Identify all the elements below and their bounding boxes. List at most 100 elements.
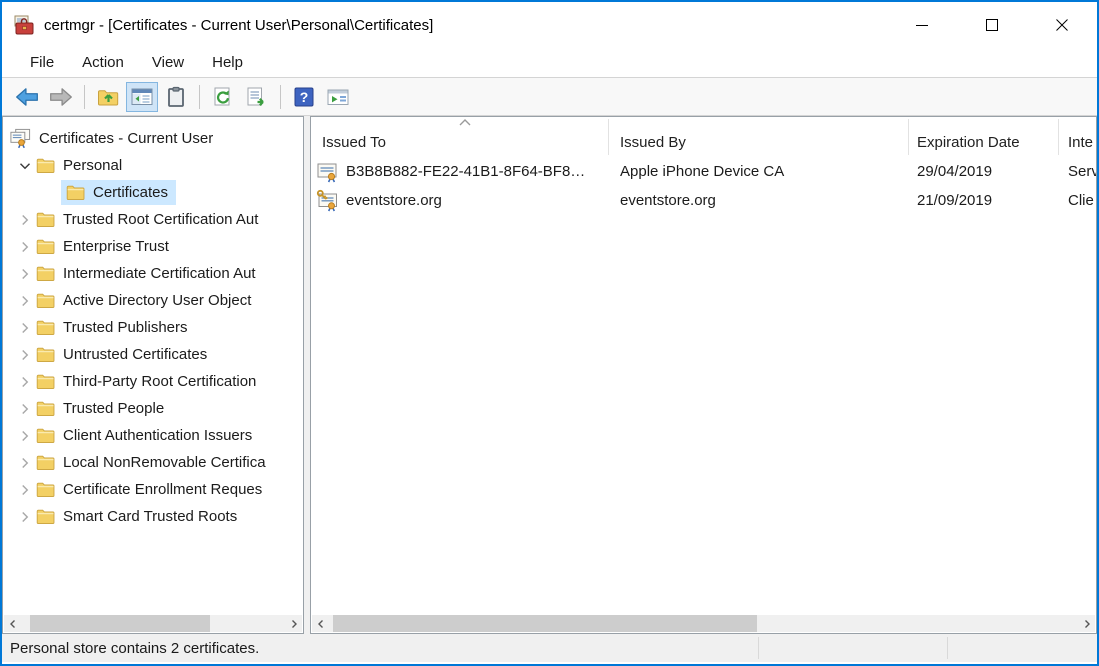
export-list-button[interactable] bbox=[241, 82, 273, 112]
tree-item-label: Enterprise Trust bbox=[63, 238, 169, 255]
folder-icon bbox=[35, 290, 56, 311]
folder-icon bbox=[35, 263, 56, 284]
expiration-date-value: 29/04/2019 bbox=[908, 163, 1058, 180]
column-separator[interactable] bbox=[1058, 119, 1059, 155]
close-icon bbox=[1055, 18, 1069, 32]
scrollbar-thumb[interactable] bbox=[30, 615, 210, 632]
tree-item-client-auth-issuers[interactable]: Client Authentication Issuers bbox=[3, 422, 303, 449]
chevron-down-icon[interactable] bbox=[15, 156, 35, 176]
export-list-icon bbox=[245, 85, 269, 109]
chevron-right-icon[interactable] bbox=[15, 453, 35, 473]
column-header-issued-to[interactable]: Issued To bbox=[311, 134, 608, 151]
sort-ascending-icon bbox=[457, 117, 473, 127]
scroll-left-icon[interactable] bbox=[4, 615, 21, 632]
scroll-right-icon[interactable] bbox=[1078, 615, 1095, 632]
certificate-row[interactable]: B3B8B882-FE22-41B1-8F64-BF8… Apple iPhon… bbox=[311, 157, 1096, 186]
column-header-intended-purposes[interactable]: Inte bbox=[1058, 134, 1097, 151]
tree-item-cert-enrollment-requests[interactable]: Certificate Enrollment Reques bbox=[3, 476, 303, 503]
minimize-button[interactable] bbox=[887, 2, 957, 48]
help-icon: ? bbox=[292, 85, 316, 109]
certificate-list-pane: Issued To Issued By Expiration Date Inte… bbox=[310, 116, 1097, 634]
scrollbar-thumb[interactable] bbox=[333, 615, 757, 632]
chevron-right-icon[interactable] bbox=[15, 372, 35, 392]
intended-purposes-value: Serv bbox=[1058, 163, 1097, 180]
copy-button[interactable] bbox=[160, 82, 192, 112]
tree-item-root[interactable]: Certificates - Current User bbox=[3, 125, 303, 152]
folder-icon bbox=[65, 182, 86, 203]
folder-icon bbox=[35, 236, 56, 257]
refresh-icon bbox=[211, 85, 235, 109]
maximize-button[interactable] bbox=[957, 2, 1027, 48]
show-console-tree-button[interactable] bbox=[126, 82, 158, 112]
tree-item-personal[interactable]: Personal bbox=[3, 152, 303, 179]
tree-item-smart-card-trusted-roots[interactable]: Smart Card Trusted Roots bbox=[3, 503, 303, 530]
forward-button[interactable] bbox=[45, 82, 77, 112]
chevron-right-icon[interactable] bbox=[15, 345, 35, 365]
scroll-right-icon[interactable] bbox=[285, 615, 302, 632]
chevron-right-icon[interactable] bbox=[15, 210, 35, 230]
column-separator[interactable] bbox=[908, 119, 909, 155]
chevron-right-icon[interactable] bbox=[15, 237, 35, 257]
certificate-row[interactable]: eventstore.org eventstore.org 21/09/2019… bbox=[311, 186, 1096, 215]
folder-icon bbox=[35, 371, 56, 392]
console-tree-icon bbox=[130, 85, 154, 109]
tree-item-trusted-publishers[interactable]: Trusted Publishers bbox=[3, 314, 303, 341]
tree-item-label: Client Authentication Issuers bbox=[63, 427, 252, 444]
issued-to-value: eventstore.org bbox=[346, 192, 442, 209]
refresh-button[interactable] bbox=[207, 82, 239, 112]
chevron-right-icon[interactable] bbox=[15, 291, 35, 311]
tree-item-local-nonremovable[interactable]: Local NonRemovable Certifica bbox=[3, 449, 303, 476]
tree-item-third-party-root[interactable]: Third-Party Root Certification bbox=[3, 368, 303, 395]
certificate-key-icon bbox=[316, 189, 340, 213]
tree-item-intermediate[interactable]: Intermediate Certification Aut bbox=[3, 260, 303, 287]
up-one-level-icon bbox=[96, 85, 120, 109]
up-one-level-button[interactable] bbox=[92, 82, 124, 112]
folder-icon bbox=[35, 344, 56, 365]
chevron-right-icon[interactable] bbox=[15, 318, 35, 338]
scroll-left-icon[interactable] bbox=[312, 615, 329, 632]
tree-item-label: Intermediate Certification Aut bbox=[63, 265, 256, 282]
menu-help[interactable]: Help bbox=[200, 50, 255, 75]
tree-item-enterprise-trust[interactable]: Enterprise Trust bbox=[3, 233, 303, 260]
certmgr-window: certmgr - [Certificates - Current User\P… bbox=[0, 0, 1099, 666]
help-button[interactable]: ? bbox=[288, 82, 320, 112]
folder-icon bbox=[35, 479, 56, 500]
tree-horizontal-scrollbar[interactable] bbox=[4, 615, 302, 632]
chevron-right-icon[interactable] bbox=[15, 399, 35, 419]
chevron-right-icon[interactable] bbox=[15, 480, 35, 500]
close-button[interactable] bbox=[1027, 2, 1097, 48]
menu-view[interactable]: View bbox=[140, 50, 196, 75]
tree-item-label: Certificate Enrollment Reques bbox=[63, 481, 262, 498]
issued-by-value: Apple iPhone Device CA bbox=[608, 163, 908, 180]
menu-file[interactable]: File bbox=[18, 50, 66, 75]
back-icon bbox=[14, 84, 40, 110]
chevron-right-icon[interactable] bbox=[15, 264, 35, 284]
clipboard-icon bbox=[164, 85, 188, 109]
toolbar-separator bbox=[280, 85, 281, 109]
title-bar: certmgr - [Certificates - Current User\P… bbox=[2, 2, 1097, 48]
tree-item-ad-user-object[interactable]: Active Directory User Object bbox=[3, 287, 303, 314]
status-divider bbox=[758, 637, 759, 659]
tree-item-label: Certificates bbox=[93, 184, 168, 201]
column-header-issued-by[interactable]: Issued By bbox=[608, 134, 908, 151]
show-action-pane-button[interactable] bbox=[322, 82, 354, 112]
certmgr-app-icon[interactable] bbox=[12, 13, 36, 37]
tree-item-certificates[interactable]: Certificates bbox=[3, 179, 303, 206]
column-header-expiration-date[interactable]: Expiration Date bbox=[908, 134, 1058, 151]
tree-item-label: Trusted Publishers bbox=[63, 319, 188, 336]
folder-icon bbox=[35, 209, 56, 230]
folder-icon bbox=[35, 425, 56, 446]
tree-item-label: Trusted People bbox=[63, 400, 164, 417]
console-tree-pane: Certificates - Current User Personal Cer… bbox=[2, 116, 304, 634]
chevron-right-icon[interactable] bbox=[15, 507, 35, 527]
tree-item-trusted-root[interactable]: Trusted Root Certification Aut bbox=[3, 206, 303, 233]
folder-icon bbox=[35, 155, 56, 176]
chevron-right-icon[interactable] bbox=[15, 426, 35, 446]
column-separator[interactable] bbox=[608, 119, 609, 155]
menu-action[interactable]: Action bbox=[70, 50, 136, 75]
tree-item-untrusted-certificates[interactable]: Untrusted Certificates bbox=[3, 341, 303, 368]
tree-item-trusted-people[interactable]: Trusted People bbox=[3, 395, 303, 422]
issued-to-value: B3B8B882-FE22-41B1-8F64-BF8… bbox=[346, 163, 585, 180]
list-horizontal-scrollbar[interactable] bbox=[312, 615, 1095, 632]
back-button[interactable] bbox=[11, 82, 43, 112]
